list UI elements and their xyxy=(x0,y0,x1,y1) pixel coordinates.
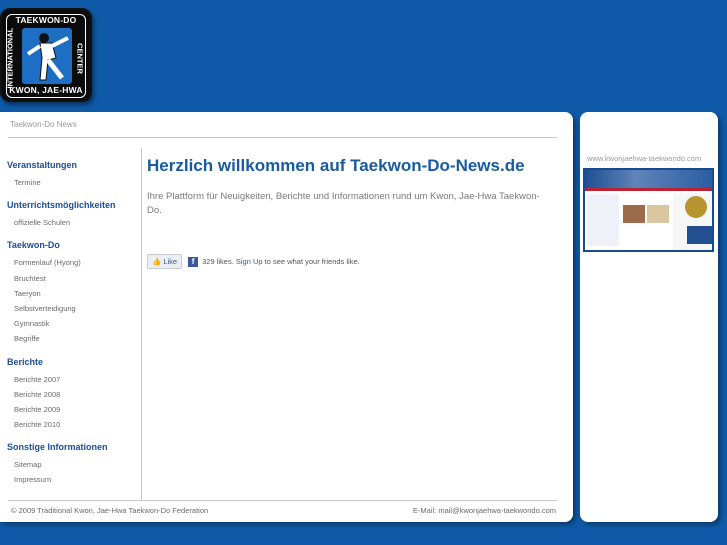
thumbnail-banner xyxy=(687,226,712,244)
breadcrumb-divider xyxy=(8,137,557,138)
main-panel: Taekwon-Do News Veranstaltungen Termine … xyxy=(0,112,573,522)
sidebar-divider xyxy=(141,148,142,500)
sidebar-section-title[interactable]: Taekwon-Do xyxy=(7,240,141,250)
partner-site-thumbnail[interactable] xyxy=(583,168,714,252)
sidebar-section-berichte: Berichte Berichte 2007 Berichte 2008 Ber… xyxy=(7,357,141,433)
facebook-like-widget: 👍 Like f 329 likes. Sign Up to see what … xyxy=(147,254,360,269)
sidebar-item-berichte-2010[interactable]: Berichte 2010 xyxy=(7,417,141,432)
sidebar-item-berichte-2007[interactable]: Berichte 2007 xyxy=(7,372,141,387)
sidebar-item-berichte-2009[interactable]: Berichte 2009 xyxy=(7,402,141,417)
sidebar-item-sitemap[interactable]: Sitemap xyxy=(7,457,141,472)
intro-text: Ihre Plattform für Neuigkeiten, Berichte… xyxy=(147,191,540,216)
thumbnail-header xyxy=(585,170,712,188)
sidebar-item-gymnastik[interactable]: Gymnastik xyxy=(7,316,141,331)
sidebar-section-sonstige: Sonstige Informationen Sitemap Impressum xyxy=(7,442,141,487)
thumbnail-photo xyxy=(647,205,669,223)
sidebar-item-bruchtest[interactable]: Bruchtest xyxy=(7,271,141,286)
sidebar-item-formenlauf[interactable]: Formenlauf (Hyong) xyxy=(7,255,141,270)
sidebar-item-impressum[interactable]: Impressum xyxy=(7,472,141,487)
sidebar-item-taeryon[interactable]: Taeryon xyxy=(7,286,141,301)
sidebar-section-unterricht: Unterrichtsmöglichkeiten offizielle Schu… xyxy=(7,200,141,230)
main-content: Herzlich willkommen auf Taekwon-Do-News.… xyxy=(147,156,552,218)
sidebar-section-title[interactable]: Veranstaltungen xyxy=(7,160,141,170)
sidebar-item-begriffe[interactable]: Begriffe xyxy=(7,331,141,346)
facebook-like-button[interactable]: 👍 Like xyxy=(147,254,183,269)
likes-count: 329 likes. xyxy=(202,257,234,266)
sidebar-item-selbstverteidigung[interactable]: Selbstverteidigung xyxy=(7,301,141,316)
sidebar-section-title[interactable]: Unterrichtsmöglichkeiten xyxy=(7,200,141,210)
site-logo[interactable]: TAEKWON-DO INTERNATIONAL CENTER KWON, JA… xyxy=(0,8,92,102)
sidebar-section-taekwondo: Taekwon-Do Formenlauf (Hyong) Bruchtest … xyxy=(7,240,141,346)
facebook-icon: f xyxy=(188,256,199,267)
partner-site-url[interactable]: www.kwonjaehwa-taekwondo.com xyxy=(587,154,701,163)
thumbnail-emblem xyxy=(685,196,707,218)
logo-left-text: INTERNATIONAL xyxy=(5,27,15,89)
logo-bottom-text: KWON, JAE-HWA xyxy=(9,85,83,95)
thumbs-up-icon: 👍 xyxy=(152,257,162,266)
like-label: Like xyxy=(163,257,178,266)
sidebar-section-veranstaltungen: Veranstaltungen Termine xyxy=(7,160,141,190)
likes-tail-text: to see what your friends like. xyxy=(264,257,360,266)
sidebar-item-termine[interactable]: Termine xyxy=(7,175,141,190)
page-title: Herzlich willkommen auf Taekwon-Do-News.… xyxy=(147,156,525,175)
sidebar-section-title[interactable]: Sonstige Informationen xyxy=(7,442,141,452)
footer-copyright: © 2009 Traditional Kwon, Jae-Hwa Taekwon… xyxy=(11,506,209,515)
martial-artist-figure xyxy=(22,28,72,84)
thumbnail-nav xyxy=(585,188,712,191)
sidebar-item-berichte-2008[interactable]: Berichte 2008 xyxy=(7,387,141,402)
breadcrumb[interactable]: Taekwon-Do News xyxy=(10,120,77,129)
thumbnail-sidebar xyxy=(587,194,619,246)
thumbnail-photo xyxy=(623,205,645,223)
sidebar-section-title[interactable]: Berichte xyxy=(7,357,141,367)
sidebar-nav: Veranstaltungen Termine Unterrichtsmögli… xyxy=(7,160,141,498)
footer-email[interactable]: E-Mail: mail@kwonjaehwa-taekwondo.com xyxy=(413,506,556,515)
sidebar-item-schulen[interactable]: offizielle Schulen xyxy=(7,215,141,230)
facebook-signup-link[interactable]: Sign Up xyxy=(236,257,263,266)
footer-divider xyxy=(8,500,557,501)
logo-right-text: CENTER xyxy=(75,43,85,74)
logo-top-text: TAEKWON-DO xyxy=(15,15,77,25)
right-panel: www.kwonjaehwa-taekwondo.com xyxy=(580,112,718,522)
